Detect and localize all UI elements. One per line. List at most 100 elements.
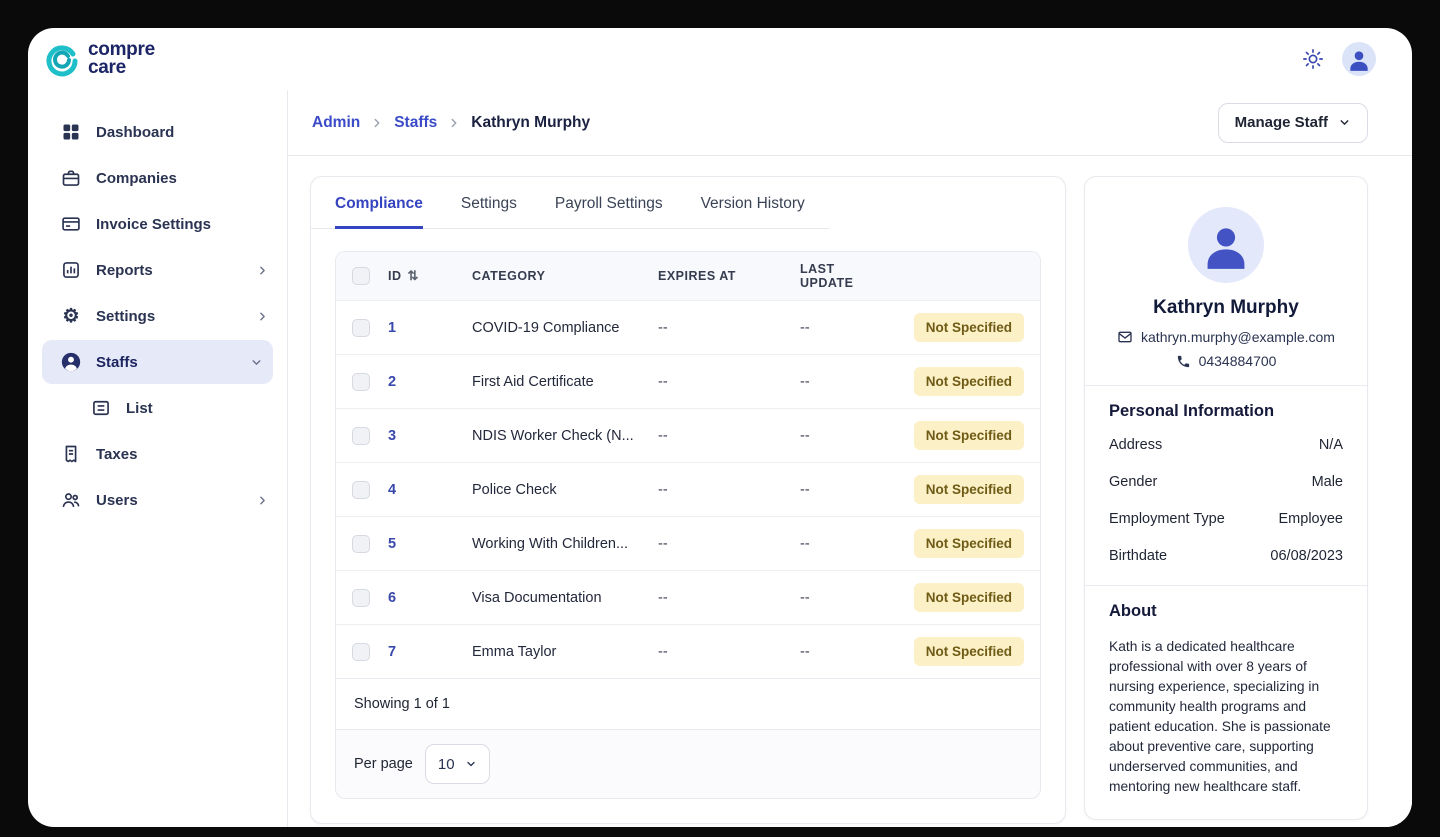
row-checkbox[interactable] <box>352 643 370 661</box>
breadcrumb-staffs[interactable]: Staffs <box>394 114 437 132</box>
row-last-update: -- <box>800 644 890 660</box>
tab-settings[interactable]: Settings <box>461 195 517 229</box>
about-title: About <box>1109 602 1343 621</box>
table-row: 7 Emma Taylor -- -- Not Specified <box>336 624 1040 678</box>
topbar: compre care <box>28 28 1412 90</box>
info-row-address: Address N/A <box>1109 437 1343 453</box>
receipt-icon <box>60 443 82 465</box>
chevron-down-icon <box>465 758 477 770</box>
table-row: 4 Police Check -- -- Not Specified <box>336 462 1040 516</box>
column-header-id: ID <box>388 269 402 283</box>
row-id-link[interactable]: 2 <box>388 374 472 390</box>
row-checkbox[interactable] <box>352 427 370 445</box>
row-id-link[interactable]: 3 <box>388 428 472 444</box>
sidebar-item-invoice-settings[interactable]: Invoice Settings <box>28 202 287 246</box>
breadcrumb: Admin Staffs Kathryn Murphy <box>312 114 590 132</box>
row-last-update: -- <box>800 428 890 444</box>
tab-compliance[interactable]: Compliance <box>335 195 423 229</box>
row-expires-at: -- <box>658 590 800 606</box>
phone-icon <box>1176 354 1191 369</box>
sidebar-item-reports[interactable]: Reports <box>28 248 287 292</box>
table-header-row: ID ⇅ CATEGORY EXPIRES AT LAST UPDATE <box>336 252 1040 300</box>
sidebar-item-dashboard[interactable]: Dashboard <box>28 110 287 154</box>
row-id-link[interactable]: 4 <box>388 482 472 498</box>
pagination-bar: Per page 10 <box>335 729 1041 799</box>
staff-email[interactable]: kathryn.murphy@example.com <box>1141 329 1335 345</box>
staff-avatar <box>1188 207 1264 283</box>
envelope-icon <box>1117 329 1133 345</box>
tab-version-history[interactable]: Version History <box>701 195 805 229</box>
manage-staff-button[interactable]: Manage Staff <box>1218 103 1368 143</box>
status-badge: Not Specified <box>914 583 1024 612</box>
row-last-update: -- <box>800 320 890 336</box>
personal-info-title: Personal Information <box>1109 402 1343 421</box>
app-window: compre care <box>28 28 1412 827</box>
row-expires-at: -- <box>658 536 800 552</box>
per-page-value: 10 <box>438 756 455 773</box>
chevron-right-icon <box>370 116 384 130</box>
row-id-link[interactable]: 5 <box>388 536 472 552</box>
table-row: 6 Visa Documentation -- -- Not Specified <box>336 570 1040 624</box>
breadcrumb-admin[interactable]: Admin <box>312 114 360 132</box>
select-all-checkbox[interactable] <box>352 267 370 285</box>
sidebar-item-label: Reports <box>96 262 242 279</box>
tab-payroll-settings[interactable]: Payroll Settings <box>555 195 663 229</box>
column-header-category: CATEGORY <box>472 269 658 283</box>
table-row: 5 Working With Children... -- -- Not Spe… <box>336 516 1040 570</box>
sidebar-item-companies[interactable]: Companies <box>28 156 287 200</box>
column-header-last-update: LAST UPDATE <box>800 262 890 290</box>
row-category: Emma Taylor <box>472 644 658 660</box>
sidebar-item-label: Users <box>96 492 242 509</box>
staff-phone[interactable]: 0434884700 <box>1199 353 1277 369</box>
info-value: Male <box>1312 474 1343 490</box>
row-id-link[interactable]: 7 <box>388 644 472 660</box>
per-page-label: Per page <box>354 756 413 772</box>
per-page-select[interactable]: 10 <box>425 744 490 784</box>
sidebar-item-settings[interactable]: ⚙ Settings <box>28 294 287 338</box>
status-badge: Not Specified <box>914 421 1024 450</box>
sidebar-item-label: Companies <box>96 170 269 187</box>
sidebar-item-staffs[interactable]: Staffs <box>42 340 273 384</box>
row-id-link[interactable]: 6 <box>388 590 472 606</box>
chevron-right-icon <box>447 116 461 130</box>
theme-toggle-sun-icon[interactable] <box>1302 48 1324 70</box>
row-checkbox[interactable] <box>352 373 370 391</box>
row-checkbox[interactable] <box>352 535 370 553</box>
info-value: 06/08/2023 <box>1270 548 1343 564</box>
sidebar-item-label: Taxes <box>96 446 269 463</box>
row-category: First Aid Certificate <box>472 374 658 390</box>
sidebar-item-list[interactable]: List <box>28 386 287 430</box>
logo-icon <box>44 41 80 77</box>
row-expires-at: -- <box>658 320 800 336</box>
person-circle-icon <box>60 351 82 373</box>
table-row: 3 NDIS Worker Check (N... -- -- Not Spec… <box>336 408 1040 462</box>
compliance-table: ID ⇅ CATEGORY EXPIRES AT LAST UPDATE 1 C… <box>335 251 1041 678</box>
info-row-gender: Gender Male <box>1109 474 1343 490</box>
tab-bar: Compliance Settings Payroll Settings Ver… <box>311 177 829 229</box>
info-label: Address <box>1109 437 1162 453</box>
sidebar: Dashboard Companies In <box>28 90 288 827</box>
row-last-update: -- <box>800 374 890 390</box>
invoice-card-icon <box>60 213 82 235</box>
user-avatar[interactable] <box>1342 42 1376 76</box>
info-row-birthdate: Birthdate 06/08/2023 <box>1109 548 1343 564</box>
table-row: 1 COVID-19 Compliance -- -- Not Specifie… <box>336 300 1040 354</box>
row-checkbox[interactable] <box>352 589 370 607</box>
sidebar-item-taxes[interactable]: Taxes <box>28 432 287 476</box>
row-checkbox[interactable] <box>352 481 370 499</box>
status-badge: Not Specified <box>914 367 1024 396</box>
staff-profile-card: Kathryn Murphy kathryn.murphy@example.co… <box>1084 176 1368 820</box>
breadcrumb-bar: Admin Staffs Kathryn Murphy Manage Staff <box>288 90 1412 156</box>
sidebar-item-label: Dashboard <box>96 124 269 141</box>
chevron-right-icon <box>256 494 269 507</box>
row-id-link[interactable]: 1 <box>388 320 472 336</box>
chevron-down-icon <box>1338 116 1351 129</box>
sort-icon[interactable]: ⇅ <box>408 268 419 284</box>
dashboard-grid-icon <box>60 121 82 143</box>
row-expires-at: -- <box>658 374 800 390</box>
status-badge: Not Specified <box>914 529 1024 558</box>
sidebar-item-users[interactable]: Users <box>28 478 287 522</box>
top-actions <box>1302 42 1376 76</box>
row-checkbox[interactable] <box>352 319 370 337</box>
divider <box>1085 585 1367 586</box>
